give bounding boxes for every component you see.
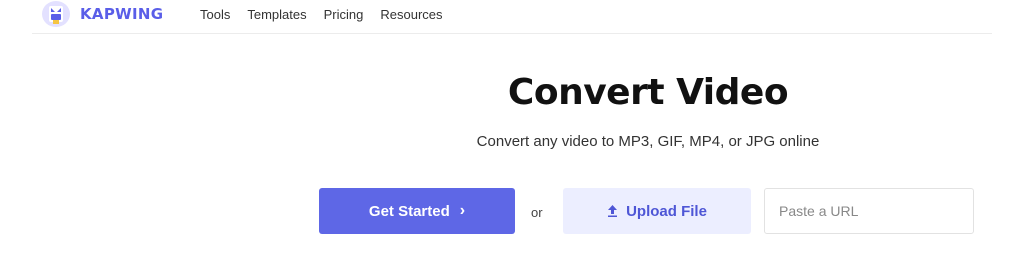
nav-item-resources[interactable]: Resources [380, 7, 442, 22]
paste-url-input[interactable] [764, 188, 974, 234]
top-navigation-bar: KAPWING Tools Templates Pricing Resource… [32, 0, 992, 34]
nav-item-tools[interactable]: Tools [200, 7, 230, 22]
kapwing-logo-icon [42, 1, 70, 27]
upload-icon [608, 205, 618, 217]
chevron-right-icon: › [459, 202, 466, 219]
brand-name[interactable]: KAPWING [80, 5, 163, 23]
upload-file-label: Upload File [626, 202, 707, 220]
main-nav: Tools Templates Pricing Resources [200, 7, 460, 22]
page-subtitle: Convert any video to MP3, GIF, MP4, or J… [476, 133, 820, 150]
nav-item-pricing[interactable]: Pricing [324, 7, 364, 22]
or-separator: or [531, 205, 543, 220]
get-started-label: Get Started [368, 202, 450, 220]
upload-file-button[interactable]: Upload File [563, 188, 751, 234]
get-started-button[interactable]: Get Started › [319, 188, 515, 234]
kapwing-logo[interactable] [42, 1, 70, 27]
nav-item-templates[interactable]: Templates [247, 7, 306, 22]
page-title: Convert Video [507, 72, 789, 113]
